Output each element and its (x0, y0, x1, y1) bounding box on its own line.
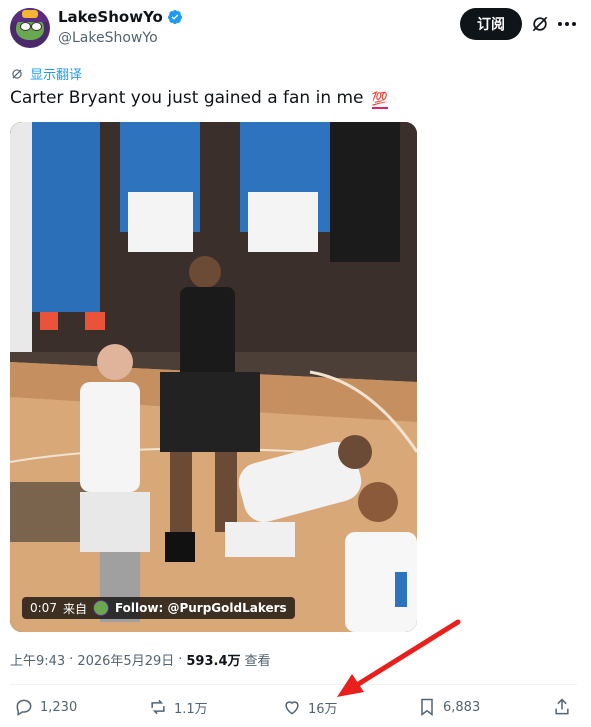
avatar-eye (20, 22, 31, 31)
grok-icon[interactable] (530, 14, 550, 34)
tweet-meta: 上午9:43 · 2026年5月29日 · 593.4万 查看 (10, 650, 271, 669)
action-bar: 1,230 1.1万 16万 6,883 (14, 697, 574, 721)
video-duration: 0:07 (30, 601, 57, 615)
avatar-eye (31, 22, 42, 31)
video-player[interactable] (10, 122, 417, 632)
avatar[interactable] (10, 8, 50, 48)
reply-count: 1,230 (40, 699, 78, 715)
translate-icon (12, 68, 22, 79)
repost-icon (151, 699, 165, 715)
video-info-bar: 0:07 来自 Follow: @PurpGoldLakers (22, 597, 295, 619)
repost-button[interactable]: 1.1万 (148, 697, 208, 717)
show-translation-label[interactable]: 显示翻译 (30, 64, 82, 83)
meta-separator: · (69, 652, 74, 667)
tweet-time[interactable]: 上午9:43 (10, 650, 65, 669)
like-count: 16万 (308, 701, 338, 717)
like-button[interactable]: 16万 (282, 697, 338, 717)
author-name-row[interactable]: LakeShowYo (58, 8, 183, 26)
author-handle[interactable]: @LakeShowYo (58, 30, 158, 46)
heart-icon (285, 701, 299, 715)
tweet-text: Carter Bryant you just gained a fan in m… (10, 86, 389, 110)
divider (10, 684, 577, 685)
repost-count: 1.1万 (174, 701, 208, 717)
reply-button[interactable]: 1,230 (14, 697, 77, 717)
show-translation-link[interactable]: 显示翻译 (10, 64, 82, 83)
views-label: 查看 (244, 654, 271, 669)
verified-badge-icon (167, 10, 182, 25)
video-source-prefix: 来自 (62, 601, 87, 616)
more-options-icon[interactable] (558, 22, 576, 26)
share-button[interactable] (552, 697, 572, 717)
views-count[interactable]: 593.4万 (186, 650, 240, 669)
tweet-date[interactable]: 2026年5月29日 (77, 650, 174, 669)
bookmark-button[interactable]: 6,883 (417, 697, 480, 717)
bookmark-icon (421, 698, 433, 716)
hundred-points-emoji: 💯 (371, 92, 389, 109)
tweet-body: Carter Bryant you just gained a fan in m… (10, 88, 364, 108)
reply-icon (16, 699, 32, 716)
source-avatar-icon (92, 600, 109, 616)
author-display-name[interactable]: LakeShowYo (58, 8, 163, 26)
share-icon (555, 698, 569, 715)
subscribe-button[interactable]: 订阅 (460, 8, 522, 40)
video-source-link[interactable]: Follow: @PurpGoldLakers (115, 601, 287, 615)
video-frame-basketball-image (10, 122, 417, 632)
avatar-cap (12, 8, 48, 22)
meta-separator: · (178, 652, 183, 667)
bookmark-count: 6,883 (443, 699, 481, 715)
